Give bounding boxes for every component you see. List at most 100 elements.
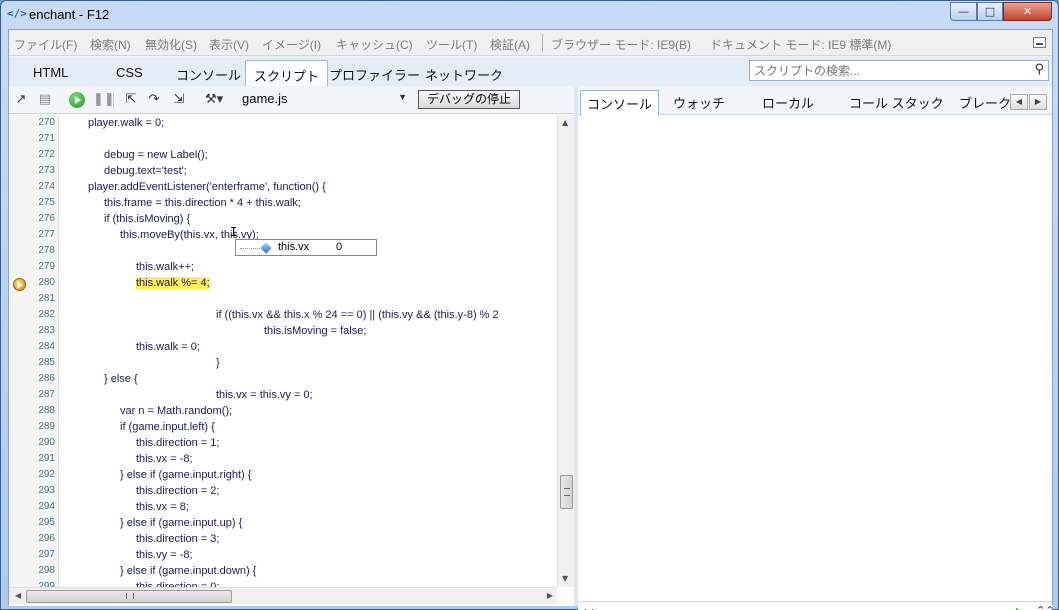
code-line[interactable]: 293 this.direction = 2; xyxy=(9,485,557,501)
scroll-right-icon[interactable]: ▶ xyxy=(547,591,553,600)
code-line[interactable]: 271 xyxy=(9,133,557,149)
menu-separator xyxy=(542,34,543,52)
menu-validate[interactable]: 検証(A) xyxy=(490,36,530,53)
code-line[interactable]: 279 this.walk++; xyxy=(9,261,557,277)
menu-bar: ファイル(F) 検索(N) 無効化(S) 表示(V) イメージ(I) キャッシュ… xyxy=(9,30,1052,56)
scroll-down-icon[interactable]: ▼ xyxy=(562,574,568,583)
menu-disable[interactable]: 無効化(S) xyxy=(145,36,197,53)
vertical-scrollbar[interactable]: ▲ ▼ xyxy=(557,115,574,587)
datatip-value[interactable]: 0 xyxy=(336,241,342,253)
code-line[interactable]: 273 debug.text='test'; xyxy=(9,165,557,181)
tab-watch[interactable]: ウォッチ xyxy=(673,93,725,112)
tab-console-sub[interactable]: コンソール xyxy=(580,90,660,115)
code-text: player.walk = 0; xyxy=(88,117,165,129)
tab-css[interactable]: CSS xyxy=(116,65,143,80)
menu-tools[interactable]: ツール(T) xyxy=(426,36,477,53)
console-input-bar[interactable]: >> ⌃⌃ xyxy=(578,601,1054,610)
code-line[interactable]: 282 if ((this.vx && this.x % 24 == 0) || … xyxy=(9,309,557,325)
menu-file[interactable]: ファイル(F) xyxy=(14,36,77,53)
code-line[interactable]: 295} else if (game.input.up) { xyxy=(9,517,557,533)
code-line[interactable]: 291 this.vx = -8; xyxy=(9,453,557,469)
code-line[interactable]: 292} else if (game.input.right) { xyxy=(9,469,557,485)
toolbar-separator xyxy=(113,91,114,109)
tab-profiler[interactable]: プロファイラー xyxy=(329,65,420,84)
code-line[interactable]: 289 if (game.input.left) { xyxy=(9,421,557,437)
code-line[interactable]: 296 this.direction = 3; xyxy=(9,533,557,549)
step-over-icon[interactable]: ↷ xyxy=(146,92,162,108)
stop-debugging-button[interactable]: デバッグの停止 xyxy=(418,90,520,109)
tab-network[interactable]: ネットワーク xyxy=(425,65,503,84)
line-number: 271 xyxy=(38,133,55,144)
code-line[interactable]: 276 if (this.isMoving) { xyxy=(9,213,557,229)
horizontal-scroll-thumb[interactable] xyxy=(26,590,232,603)
code-line[interactable]: 285} xyxy=(9,357,557,373)
code-line[interactable]: 288 var n = Math.random(); xyxy=(9,405,557,421)
tab-locals[interactable]: ローカル xyxy=(762,93,814,112)
clear-browser-cache-icon[interactable]: ▤ xyxy=(37,92,53,108)
menu-cache[interactable]: キャッシュ(C) xyxy=(336,36,413,53)
text-cursor-icon: I xyxy=(230,225,238,239)
line-number: 282 xyxy=(38,309,55,320)
menu-find[interactable]: 検索(N) xyxy=(90,36,131,53)
code-line[interactable]: 272 debug = new Label(); xyxy=(9,149,557,165)
line-number: 279 xyxy=(38,261,55,272)
code-line[interactable]: 287 this.vx = this.vy = 0; xyxy=(9,389,557,405)
tab-script[interactable]: スクリプト xyxy=(245,60,329,86)
line-number: 294 xyxy=(38,501,55,512)
datatip[interactable]: this.vx 0 xyxy=(235,239,377,256)
scroll-left-icon[interactable]: ◀ xyxy=(15,591,21,600)
current-statement-icon[interactable] xyxy=(13,278,26,291)
line-number: 295 xyxy=(38,517,55,528)
script-toolbar: ↗ ▤ ❚❚ ⇱ ↷ ⇲ ⚒▾ game.js ▼ デバッグの停止 xyxy=(9,87,574,114)
code-line[interactable]: 298} else if (game.input.down) { xyxy=(9,565,557,581)
select-element-icon[interactable]: ↗ xyxy=(13,92,29,108)
code-line[interactable]: 284 this.walk = 0; xyxy=(9,341,557,357)
collapse-icon[interactable] xyxy=(1033,37,1046,48)
tab-console[interactable]: コンソール xyxy=(176,65,241,84)
step-into-icon[interactable]: ⇱ xyxy=(123,92,139,108)
code-text: this.walk++; xyxy=(136,261,195,273)
menu-browser-mode[interactable]: ブラウザー モード: IE9(B) xyxy=(551,36,691,53)
search-icon[interactable]: ⚲ xyxy=(1034,62,1044,77)
code-editor[interactable]: 270 player.walk = 0; 271 272 debug = new Lab… xyxy=(9,115,557,587)
vertical-scroll-thumb[interactable] xyxy=(560,475,573,509)
code-line[interactable]: 294 this.vx = 8; xyxy=(9,501,557,517)
code-line[interactable]: 281 xyxy=(9,293,557,309)
code-text: this.vx = this.vy = 0; xyxy=(216,389,313,401)
tab-html[interactable]: HTML xyxy=(33,65,68,80)
code-line[interactable]: 275 this.frame = this.direction * 4 + thi… xyxy=(9,197,557,213)
code-line[interactable]: 280 this.walk %= 4; xyxy=(9,277,557,293)
horizontal-scrollbar[interactable]: ◀ ▶ xyxy=(9,587,557,604)
maximize-button[interactable]: □ xyxy=(977,2,1003,21)
code-line[interactable]: 297 this.vy = -8; xyxy=(9,549,557,565)
chevron-down-icon: ▼ xyxy=(398,92,407,102)
continue-icon[interactable] xyxy=(69,92,85,108)
step-out-icon[interactable]: ⇲ xyxy=(171,92,187,108)
line-number: 277 xyxy=(38,229,55,240)
multiline-expand-icon[interactable]: ⌃⌃ xyxy=(1036,604,1054,610)
line-number: 276 xyxy=(38,213,55,224)
close-button[interactable]: ✕ xyxy=(1003,2,1052,21)
file-dropdown[interactable]: game.js ▼ xyxy=(242,91,407,110)
tab-scroll-right-icon[interactable]: ▶ xyxy=(1029,94,1047,110)
tab-call-stack[interactable]: コール スタック xyxy=(849,93,944,112)
code-text: this.walk %= 4; xyxy=(136,277,210,289)
code-text: debug.text='test'; xyxy=(104,165,187,177)
code-line[interactable]: 286} else { xyxy=(9,373,557,389)
tab-scroll-left-icon[interactable]: ◀ xyxy=(1010,94,1028,110)
code-line[interactable]: 283 this.isMoving = false; xyxy=(9,325,557,341)
menu-document-mode[interactable]: ドキュメント モード: IE9 標準(M) xyxy=(710,36,891,53)
line-number: 293 xyxy=(38,485,55,496)
code-text: } else if (game.input.right) { xyxy=(120,469,252,481)
code-line[interactable]: 270 player.walk = 0; xyxy=(9,117,557,133)
tools-icon[interactable]: ⚒▾ xyxy=(205,92,223,108)
menu-view[interactable]: 表示(V) xyxy=(209,36,249,53)
code-line[interactable]: 274 player.addEventListener('enterframe',… xyxy=(9,181,557,197)
script-search-input[interactable] xyxy=(750,61,1026,80)
minimize-button[interactable]: — xyxy=(950,2,977,21)
code-line[interactable]: 290 this.direction = 1; xyxy=(9,437,557,453)
line-number: 284 xyxy=(38,341,55,352)
menu-images[interactable]: イメージ(I) xyxy=(262,36,321,53)
scroll-up-icon[interactable]: ▲ xyxy=(562,118,568,127)
break-all-icon[interactable]: ❚❚ xyxy=(93,92,115,108)
